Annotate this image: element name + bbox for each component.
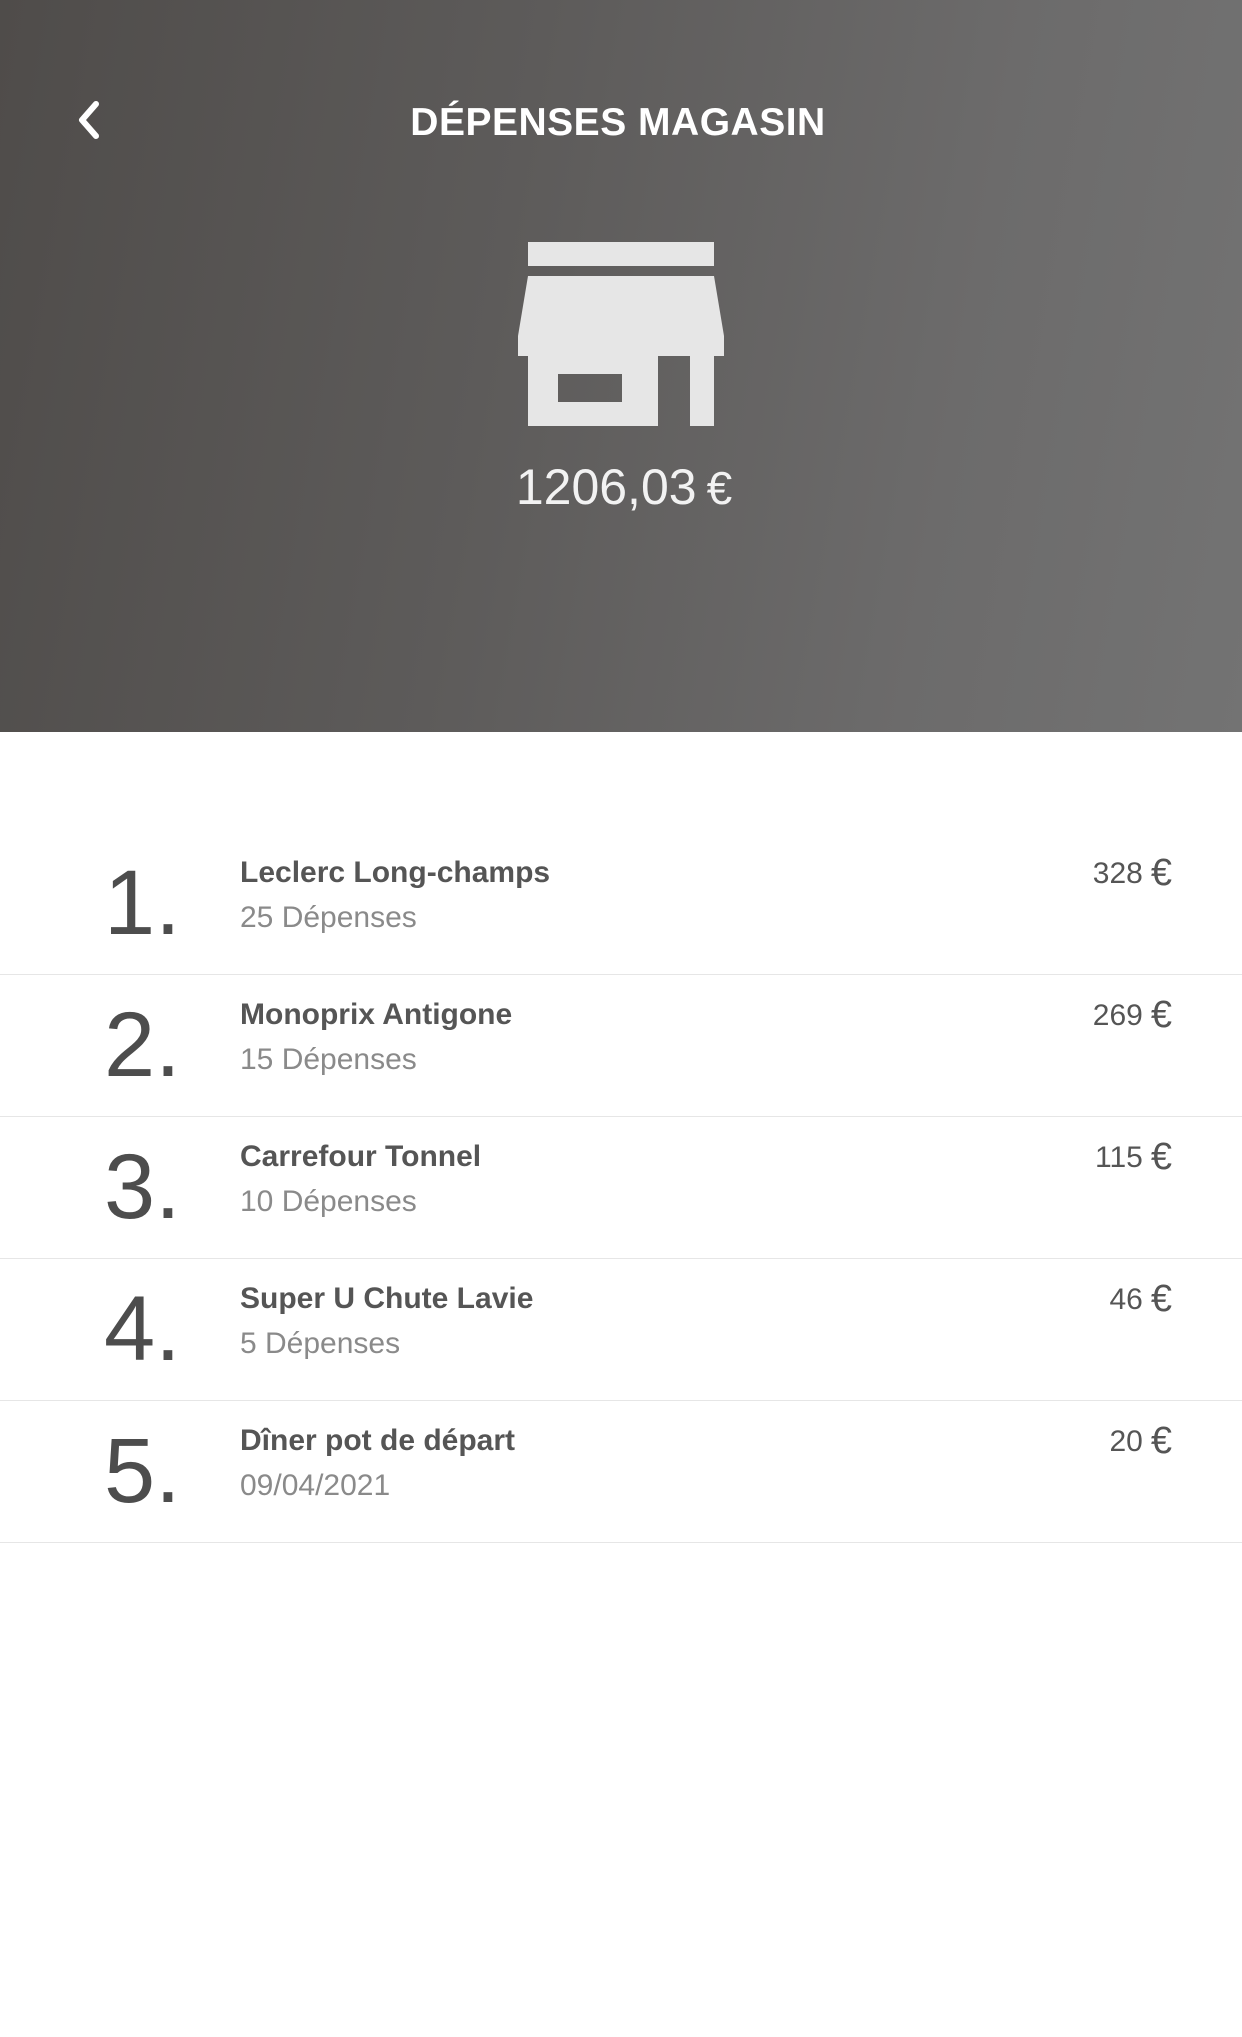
expense-count: 10 Dépenses [240, 1185, 417, 1218]
expense-count: 25 Dépenses [240, 901, 417, 934]
amount-currency: € [1150, 852, 1172, 894]
expense-count: 15 Dépenses [240, 1043, 417, 1076]
amount-currency: € [1150, 1420, 1172, 1462]
total-amount: 1206,03 € [0, 455, 1242, 520]
list-item[interactable]: 5. Dîner pot de départ 09/04/2021 20 € [0, 1401, 1242, 1543]
header: DÉPENSES MAGASIN 1206,03 € [0, 0, 1242, 732]
rank-number: 1. [104, 852, 181, 954]
store-name: Super U Chute Lavie [240, 1282, 534, 1315]
store-amount: 46 € [1109, 1279, 1172, 1320]
list-item[interactable]: 3. Carrefour Tonnel 10 Dépenses 115 € [0, 1117, 1242, 1259]
amount-value: 115 [1095, 1141, 1143, 1174]
rank-number: 3. [104, 1136, 181, 1238]
store-name: Dîner pot de départ [240, 1424, 516, 1457]
list-item[interactable]: 2. Monoprix Antigone 15 Dépenses 269 € [0, 975, 1242, 1117]
store-name: Carrefour Tonnel [240, 1140, 482, 1173]
list-item[interactable]: 1. Leclerc Long-champs 25 Dépenses 328 € [0, 833, 1242, 975]
rank-number: 4. [104, 1278, 181, 1380]
rank-number: 5. [104, 1420, 181, 1522]
total-value: 1206,03 [515, 459, 697, 515]
amount-value: 269 [1092, 999, 1143, 1032]
amount-value: 20 [1109, 1425, 1143, 1458]
rank-number: 2. [104, 994, 181, 1096]
store-amount: 115 € [1095, 1137, 1172, 1178]
total-currency: € [706, 462, 733, 514]
store-name: Monoprix Antigone [240, 998, 513, 1031]
store-amount: 269 € [1093, 995, 1172, 1036]
amount-currency: € [1150, 1278, 1172, 1320]
expense-count: 5 Dépenses [240, 1327, 401, 1360]
expense-date: 09/04/2021 [240, 1469, 391, 1502]
amount-value: 328 [1092, 857, 1143, 890]
list-item[interactable]: 4. Super U Chute Lavie 5 Dépenses 46 € [0, 1259, 1242, 1401]
store-amount: 328 € [1093, 853, 1172, 894]
store-name: Leclerc Long-champs [240, 856, 551, 889]
store-amount: 20 € [1109, 1421, 1172, 1462]
amount-currency: € [1150, 1136, 1172, 1178]
amount-value: 46 [1109, 1283, 1143, 1316]
store-icon [518, 242, 724, 426]
store-list: 1. Leclerc Long-champs 25 Dépenses 328 € … [0, 833, 1242, 1543]
page-title: DÉPENSES MAGASIN [410, 101, 826, 144]
amount-currency: € [1150, 994, 1172, 1036]
